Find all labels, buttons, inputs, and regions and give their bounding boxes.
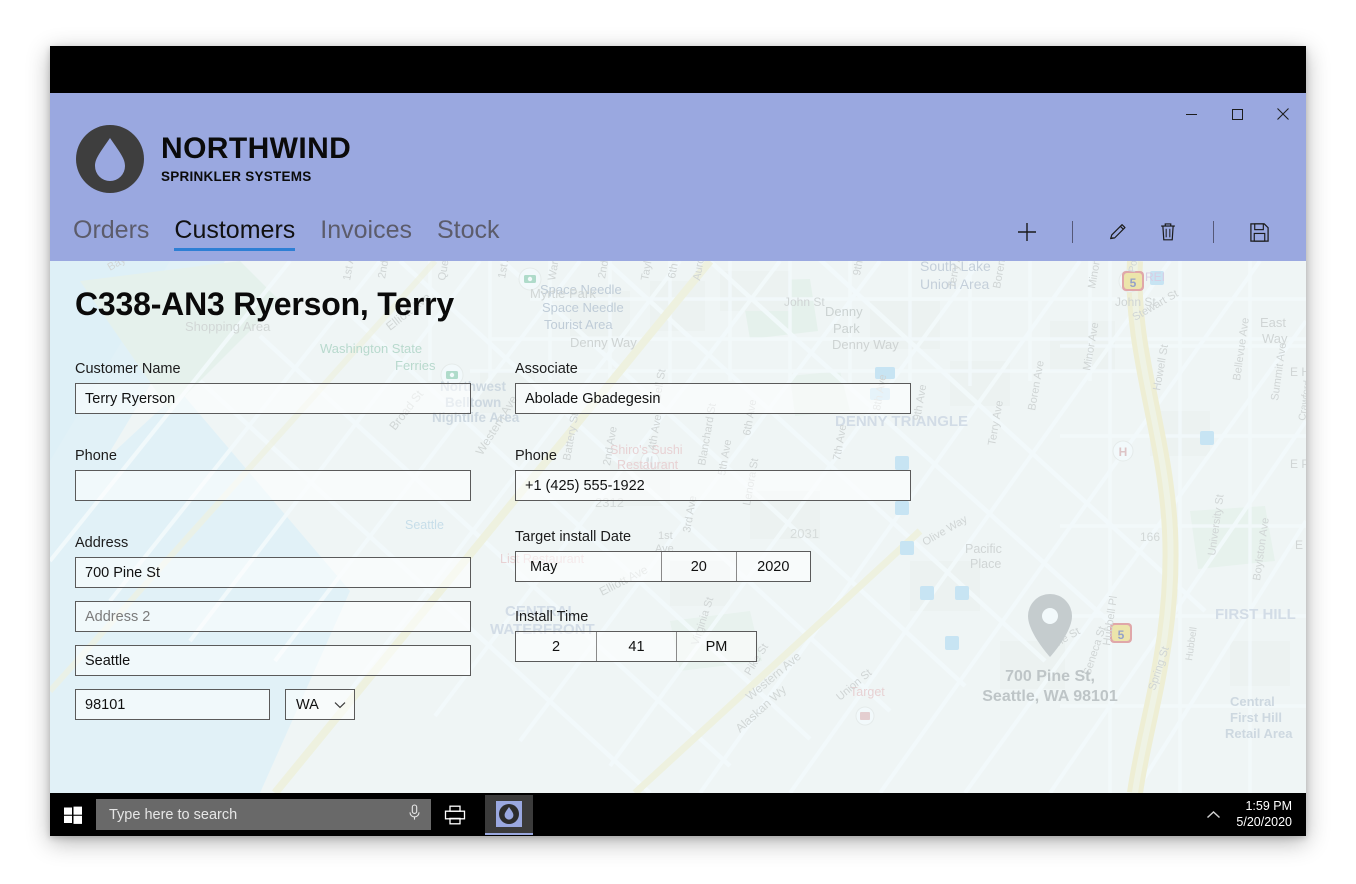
window-controls — [1168, 93, 1306, 135]
northwind-app-icon — [496, 800, 522, 827]
phone-right-input[interactable] — [515, 470, 911, 501]
system-tray: 1:59 PM 5/20/2020 — [1196, 793, 1306, 836]
brand-title: NORTHWIND — [161, 132, 352, 166]
search-placeholder-text: Type here to search — [109, 806, 238, 823]
tab-customers[interactable]: Customers — [174, 216, 295, 252]
phone-left-label: Phone — [75, 448, 117, 464]
tab-stock[interactable]: Stock — [437, 216, 500, 249]
associate-label: Associate — [515, 361, 578, 377]
save-floppy-icon — [1249, 222, 1269, 242]
toolbar-actions — [1002, 211, 1284, 253]
northwind-app-window: NORTHWIND SPRINKLER SYSTEMS Orders Custo… — [50, 93, 1306, 793]
windows-taskbar: Type here to search 1:59 PM 5/20/2020 — [50, 793, 1306, 836]
date-year-segment[interactable]: 2020 — [735, 552, 810, 581]
field-phone-right: Phone — [515, 448, 911, 501]
desktop-background — [50, 46, 1306, 93]
address-label: Address — [75, 535, 129, 551]
zip-state-row: WA — [75, 689, 471, 720]
search-input[interactable]: Type here to search — [96, 799, 431, 830]
field-target-install-date: Target install Date May 20 2020 — [515, 529, 911, 582]
northwind-taskbar-button[interactable] — [485, 794, 533, 835]
install-time-label: Install Time — [515, 609, 589, 625]
customer-name-input[interactable] — [75, 383, 471, 414]
chevron-down-icon — [334, 697, 346, 713]
field-customer-name: Customer Name — [75, 361, 471, 414]
water-drop-logo — [73, 122, 147, 196]
delete-button[interactable] — [1143, 211, 1193, 253]
app-navigation-bar: Orders Customers Invoices Stock — [50, 203, 1306, 261]
zip-input[interactable] — [75, 689, 270, 720]
field-address: Address — [75, 535, 471, 588]
field-install-time: Install Time 2 41 PM — [515, 609, 911, 662]
printer-icon — [444, 805, 466, 824]
tab-orders[interactable]: Orders — [73, 216, 149, 249]
app-brand: NORTHWIND SPRINKLER SYSTEMS — [73, 122, 351, 196]
date-month-segment[interactable]: May — [516, 552, 661, 581]
close-button[interactable] — [1260, 93, 1306, 135]
brand-subtitle: SPRINKLER SYSTEMS — [161, 169, 312, 185]
nav-tabs: Orders Customers Invoices Stock — [73, 216, 500, 252]
save-button[interactable] — [1234, 211, 1284, 253]
minimize-icon — [1185, 113, 1197, 115]
customer-name-label: Customer Name — [75, 361, 181, 377]
clock[interactable]: 1:59 PM 5/20/2020 — [1230, 799, 1306, 830]
state-dropdown[interactable]: WA — [285, 689, 355, 720]
app-title-bar: NORTHWIND SPRINKLER SYSTEMS Orders Custo… — [50, 93, 1306, 261]
maximize-icon — [1231, 108, 1243, 120]
plus-icon — [1018, 223, 1036, 241]
printer-taskbar-button[interactable] — [431, 793, 479, 836]
date-day-segment[interactable]: 20 — [661, 552, 735, 581]
edit-button[interactable] — [1093, 211, 1143, 253]
microphone-icon[interactable] — [408, 803, 421, 826]
toolbar-separator-2 — [1213, 221, 1214, 243]
target-install-date-label: Target install Date — [515, 529, 632, 545]
trash-icon — [1161, 223, 1175, 241]
date-picker[interactable]: May 20 2020 — [515, 551, 811, 582]
minimize-button[interactable] — [1168, 93, 1214, 135]
clock-date: 5/20/2020 — [1236, 814, 1292, 829]
field-associate: Associate — [515, 361, 911, 414]
toolbar-separator-1 — [1072, 221, 1073, 243]
time-picker[interactable]: 2 41 PM — [515, 631, 757, 662]
start-button[interactable] — [50, 793, 96, 836]
field-phone-left: Phone — [75, 448, 471, 501]
maximize-button[interactable] — [1214, 93, 1260, 135]
form-column-right: Associate Phone Target install Date May … — [515, 361, 911, 662]
windows-start-icon — [64, 806, 82, 824]
time-hour-segment[interactable]: 2 — [516, 632, 596, 661]
customer-form: C338-AN3 Ryerson, Terry Customer Name Ph… — [50, 261, 1306, 793]
chevron-up-icon — [1206, 810, 1220, 818]
address-input[interactable] — [75, 557, 471, 588]
show-hidden-icons-button[interactable] — [1196, 793, 1230, 836]
address2-input[interactable] — [75, 601, 471, 632]
close-icon — [1277, 108, 1289, 120]
city-input[interactable] — [75, 645, 471, 676]
associate-input[interactable] — [515, 383, 911, 414]
time-meridiem-segment[interactable]: PM — [676, 632, 756, 661]
tab-invoices[interactable]: Invoices — [320, 216, 412, 249]
phone-left-input[interactable] — [75, 470, 471, 501]
form-column-left: Customer Name Phone Address — [75, 361, 471, 720]
time-minute-segment[interactable]: 41 — [596, 632, 676, 661]
pencil-icon — [1110, 224, 1126, 240]
page-title: C338-AN3 Ryerson, Terry — [75, 286, 454, 322]
phone-right-label: Phone — [515, 448, 557, 464]
desktop-screen: NORTHWIND SPRINKLER SYSTEMS Orders Custo… — [50, 46, 1306, 836]
clock-time: 1:59 PM — [1245, 798, 1292, 813]
state-dropdown-value: WA — [296, 696, 319, 713]
add-button[interactable] — [1002, 211, 1052, 253]
